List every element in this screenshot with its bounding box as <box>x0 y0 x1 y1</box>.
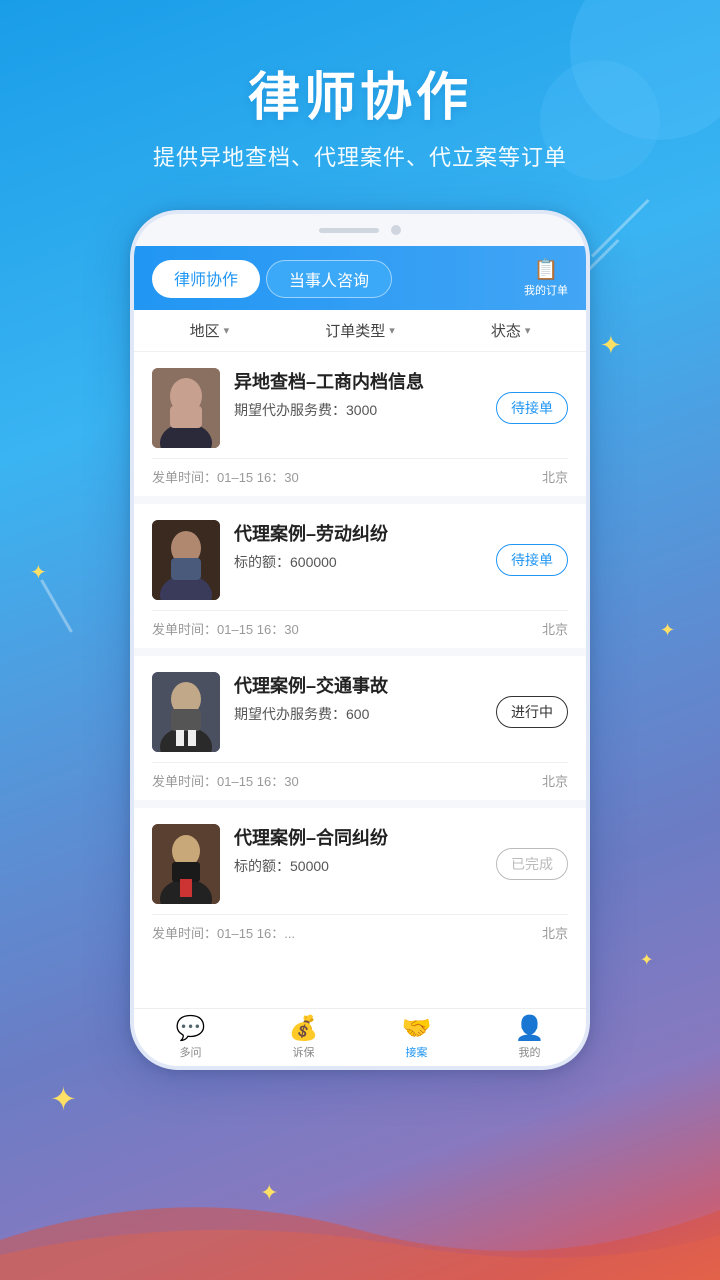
order-time-4: 发单时间：01–15 16：... <box>152 923 295 942</box>
nav-cases-label: 接案 <box>406 1044 428 1060</box>
status-badge-2[interactable]: 待接单 <box>496 544 568 576</box>
nav-ask[interactable]: 💬 多问 <box>134 1017 247 1060</box>
notch-line <box>319 228 379 233</box>
order-info-2: 代理案例–劳动纠纷 标的额：600000 <box>234 520 482 572</box>
tab-lawyer-collab[interactable]: 律师协作 <box>152 260 260 298</box>
order-time-2: 发单时间：01–15 16：30 <box>152 619 299 638</box>
order-location-3: 北京 <box>542 771 568 790</box>
phone-header: 律师协作 当事人咨询 📋 我的订单 <box>134 246 586 310</box>
chevron-down-icon-3: ▾ <box>525 324 531 337</box>
sparkle-4: ✦ <box>50 1080 77 1118</box>
order-title-4: 代理案例–合同纠纷 <box>234 824 482 850</box>
phone-frame: 律师协作 当事人咨询 📋 我的订单 地区 ▾ 订单类型 ▾ 状态 ▾ <box>130 210 590 1070</box>
filter-status-label: 状态 <box>491 320 521 341</box>
order-list: 异地查档–工商内档信息 期望代办服务费：3000 待接单 发单时间：01–15 … <box>134 352 586 947</box>
order-info-4: 代理案例–合同纠纷 标的额：50000 <box>234 824 482 876</box>
order-detail-3: 期望代办服务费：600 <box>234 704 482 724</box>
order-card-2[interactable]: 代理案例–劳动纠纷 标的额：600000 待接单 发单时间：01–15 16：3… <box>134 504 586 648</box>
my-orders-label: 我的订单 <box>524 282 568 298</box>
order-detail-1: 期望代办服务费：3000 <box>234 400 482 420</box>
nav-insurance-label: 诉保 <box>293 1044 315 1060</box>
tab-client-consult[interactable]: 当事人咨询 <box>266 260 392 298</box>
status-badge-4[interactable]: 已完成 <box>496 848 568 880</box>
cases-icon: 🤝 <box>402 1017 432 1041</box>
order-bottom-3: 发单时间：01–15 16：30 北京 <box>152 762 568 790</box>
order-location-1: 北京 <box>542 467 568 486</box>
filter-order-type-label: 订单类型 <box>325 320 385 341</box>
order-time-1: 发单时间：01–15 16：30 <box>152 467 299 486</box>
order-card-1[interactable]: 异地查档–工商内档信息 期望代办服务费：3000 待接单 发单时间：01–15 … <box>134 352 586 496</box>
order-bottom-2: 发单时间：01–15 16：30 北京 <box>152 610 568 638</box>
nav-mine-label: 我的 <box>519 1044 541 1060</box>
filter-region-label: 地区 <box>190 320 220 341</box>
avatar-4 <box>152 824 220 904</box>
sparkle-6: ✦ <box>640 950 653 970</box>
bottom-nav: 💬 多问 💰 诉保 🤝 接案 👤 我的 <box>134 1008 586 1066</box>
status-badge-3[interactable]: 进行中 <box>496 696 568 728</box>
order-top-4: 代理案例–合同纠纷 标的额：50000 已完成 <box>152 824 568 904</box>
avatar-3 <box>152 672 220 752</box>
order-title-2: 代理案例–劳动纠纷 <box>234 520 482 546</box>
filter-region[interactable]: 地区 ▾ <box>134 320 285 341</box>
order-detail-2: 标的额：600000 <box>234 552 482 572</box>
avatar-2 <box>152 520 220 600</box>
nav-cases[interactable]: 🤝 接案 <box>360 1017 473 1060</box>
tab-group: 律师协作 当事人咨询 <box>152 260 392 298</box>
nav-ask-label: 多问 <box>180 1044 202 1060</box>
status-badge-1[interactable]: 待接单 <box>496 392 568 424</box>
ask-icon: 💬 <box>176 1017 206 1041</box>
orders-icon: 📋 <box>534 260 559 280</box>
sparkle-2: ✦ <box>30 560 47 585</box>
filter-order-type[interactable]: 订单类型 ▾ <box>285 320 436 341</box>
order-info-1: 异地查档–工商内档信息 期望代办服务费：3000 <box>234 368 482 420</box>
order-location-4: 北京 <box>542 923 568 942</box>
order-bottom-1: 发单时间：01–15 16：30 北京 <box>152 458 568 486</box>
order-card-4[interactable]: 代理案例–合同纠纷 标的额：50000 已完成 发单时间：01–15 16：..… <box>134 808 586 947</box>
order-bottom-4: 发单时间：01–15 16：... 北京 <box>152 914 568 942</box>
order-location-2: 北京 <box>542 619 568 638</box>
order-time-3: 发单时间：01–15 16：30 <box>152 771 299 790</box>
nav-insurance[interactable]: 💰 诉保 <box>247 1017 360 1060</box>
avatar-1 <box>152 368 220 448</box>
order-top-3: 代理案例–交通事故 期望代办服务费：600 进行中 <box>152 672 568 752</box>
page-title: 律师协作 <box>0 55 720 130</box>
filter-bar: 地区 ▾ 订单类型 ▾ 状态 ▾ <box>134 310 586 352</box>
order-top-1: 异地查档–工商内档信息 期望代办服务费：3000 待接单 <box>152 368 568 448</box>
phone-notch <box>134 214 586 246</box>
mine-icon: 👤 <box>515 1017 545 1041</box>
filter-status[interactable]: 状态 ▾ <box>435 320 586 341</box>
order-info-3: 代理案例–交通事故 期望代办服务费：600 <box>234 672 482 724</box>
page-subtitle: 提供异地查档、代理案件、代立案等订单 <box>0 140 720 172</box>
my-orders-button[interactable]: 📋 我的订单 <box>524 260 568 298</box>
sparkle-3: ✦ <box>660 620 675 641</box>
chevron-down-icon: ▾ <box>224 324 230 337</box>
order-top-2: 代理案例–劳动纠纷 标的额：600000 待接单 <box>152 520 568 600</box>
sparkle-1: ✦ <box>600 330 622 361</box>
insurance-icon: 💰 <box>289 1017 319 1041</box>
order-title-3: 代理案例–交通事故 <box>234 672 482 698</box>
sparkle-5: ✦ <box>260 1180 278 1206</box>
header: 律师协作 提供异地查档、代理案件、代立案等订单 <box>0 0 720 192</box>
order-detail-4: 标的额：50000 <box>234 856 482 876</box>
nav-mine[interactable]: 👤 我的 <box>473 1017 586 1060</box>
bottom-wave <box>0 1160 720 1280</box>
notch-dot <box>391 225 401 235</box>
order-card-3[interactable]: 代理案例–交通事故 期望代办服务费：600 进行中 发单时间：01–15 16：… <box>134 656 586 800</box>
chevron-down-icon-2: ▾ <box>389 324 395 337</box>
order-title-1: 异地查档–工商内档信息 <box>234 368 482 394</box>
